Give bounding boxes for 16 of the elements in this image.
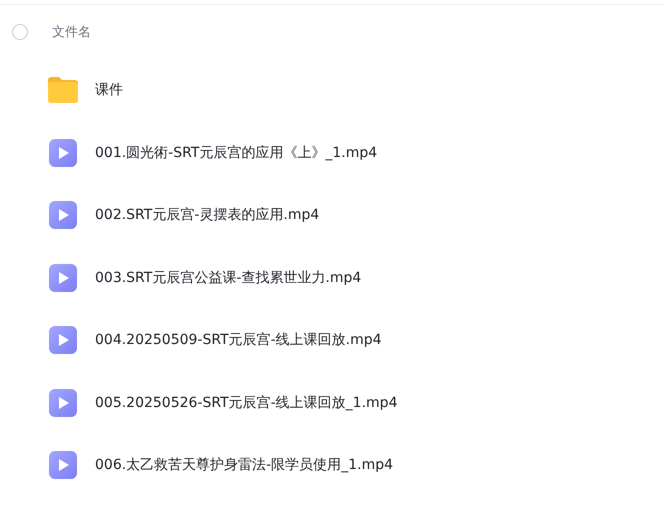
video-file-icon [48, 326, 78, 354]
video-file-icon [48, 388, 78, 417]
select-all-checkbox[interactable] [12, 24, 28, 40]
file-name[interactable]: 课件 [95, 81, 123, 100]
file-name[interactable]: 006.太乙救苦天尊护身雷法-限学员使用_1.mp4 [95, 456, 394, 474]
column-header[interactable]: 文件名 [52, 23, 91, 41]
file-name[interactable]: 004.20250509-SRT元辰宫-线上课回放.mp4 [95, 331, 382, 350]
video-file-icon [48, 264, 78, 292]
file-name[interactable]: 003.SRT元辰宫公益课-查找累世业力.mp4 [95, 268, 362, 287]
file-name[interactable]: 005.20250526-SRT元辰宫-线上课回放_1.mp4 [95, 394, 398, 412]
video-file-icon [48, 201, 78, 230]
folder-icon [48, 77, 78, 104]
file-name[interactable]: 002.SRT元辰宫-灵摆表的应用.mp4 [95, 206, 320, 224]
video-file-icon [48, 451, 78, 480]
video-file-icon [48, 138, 78, 167]
file-name[interactable]: 001.圆光術-SRT元辰宫的应用《上》_1.mp4 [95, 144, 378, 162]
